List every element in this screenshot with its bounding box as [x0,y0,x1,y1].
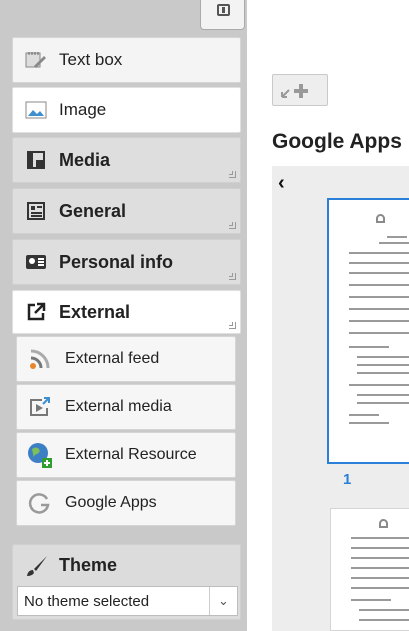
document-line [349,384,409,386]
document-line [349,284,409,286]
document-line [349,296,409,298]
collapse-icon [217,4,230,16]
rss-feed-icon [27,347,53,371]
sidebar-item-general[interactable]: General [12,188,241,234]
chevron-down-icon: ⌄ [209,587,237,615]
document-line [349,414,379,416]
document-line [349,252,409,254]
document-line [351,587,409,589]
sidebar-item-label: External Resource [65,446,197,463]
document-line [351,547,409,549]
document-line [357,364,409,366]
google-icon [27,491,53,515]
document-line [359,609,409,611]
resize-grip-icon [229,222,236,229]
page-thumbnail[interactable] [327,198,409,464]
document-line [357,356,409,358]
globe-icon [27,443,53,468]
document-line [349,272,409,274]
document-logo-icon [379,519,388,528]
page-thumbnail[interactable] [330,508,409,631]
resize-grip-icon [229,273,236,280]
sidebar-subitem-external-resource[interactable]: External Resource [16,432,236,478]
document-line [357,394,409,396]
drag-add-icon [281,84,308,98]
resize-grip-icon [229,171,236,178]
sidebar-item-label: Personal info [59,251,174,272]
theme-selected-value: No theme selected [24,592,150,610]
sidebar-item-label: External media [65,398,172,415]
sidebar-item-label: General [59,200,127,221]
document-line [357,372,409,374]
personal-info-icon [25,252,47,272]
page-number: 1 [343,471,352,488]
sidebar-subitem-external-feed[interactable]: External feed [16,336,236,382]
sidebar-item-label: External [59,301,131,322]
document-line [349,308,409,310]
chevron-left-icon[interactable]: ‹ [278,172,285,195]
document-line [351,537,409,539]
document-line [351,599,391,601]
document-logo-icon [376,214,385,223]
sidebar-item-label: Media [59,149,111,170]
document-line [351,557,409,559]
media-icon [25,150,47,170]
sidebar-item-image[interactable]: Image [12,87,241,133]
document-line [387,236,407,238]
document-line [351,577,409,579]
document-line [349,346,389,348]
theme-title: Theme [59,555,118,575]
document-line [349,320,409,322]
page-title: Google Apps [272,130,402,153]
page-root: Text box Image Media General Personal in… [0,0,409,631]
theme-panel: Theme No theme selected ⌄ [12,544,241,620]
add-block-button[interactable] [272,74,328,106]
sidebar-item-label: Google Apps [65,494,157,511]
text-box-icon [25,50,47,70]
sidebar-subitem-external-media[interactable]: External media [16,384,236,430]
document-line [357,402,409,404]
resize-grip-icon [229,322,236,329]
document-line [349,332,409,334]
sidebar-item-label: Text box [59,50,123,69]
sidebar-item-media[interactable]: Media [12,137,241,183]
sidebar-item-external[interactable]: External [12,290,241,334]
external-link-icon [25,302,47,322]
sidebar-collapse-tab[interactable] [200,0,245,30]
sidebar-item-personal-info[interactable]: Personal info [12,239,241,285]
theme-select[interactable]: No theme selected ⌄ [17,586,238,616]
document-line [349,422,389,424]
document-line [359,619,409,621]
document-line [349,262,409,264]
document-line [379,242,409,244]
paintbrush-icon [25,554,49,583]
general-icon [25,201,47,221]
external-media-icon [27,395,53,419]
sidebar-item-label: Image [59,100,107,119]
sidebar-subitem-google-apps[interactable]: Google Apps [16,480,236,526]
image-icon [25,100,47,120]
sidebar-item-text-box[interactable]: Text box [12,37,241,83]
sidebar-item-label: External feed [65,350,160,367]
document-line [351,567,409,569]
